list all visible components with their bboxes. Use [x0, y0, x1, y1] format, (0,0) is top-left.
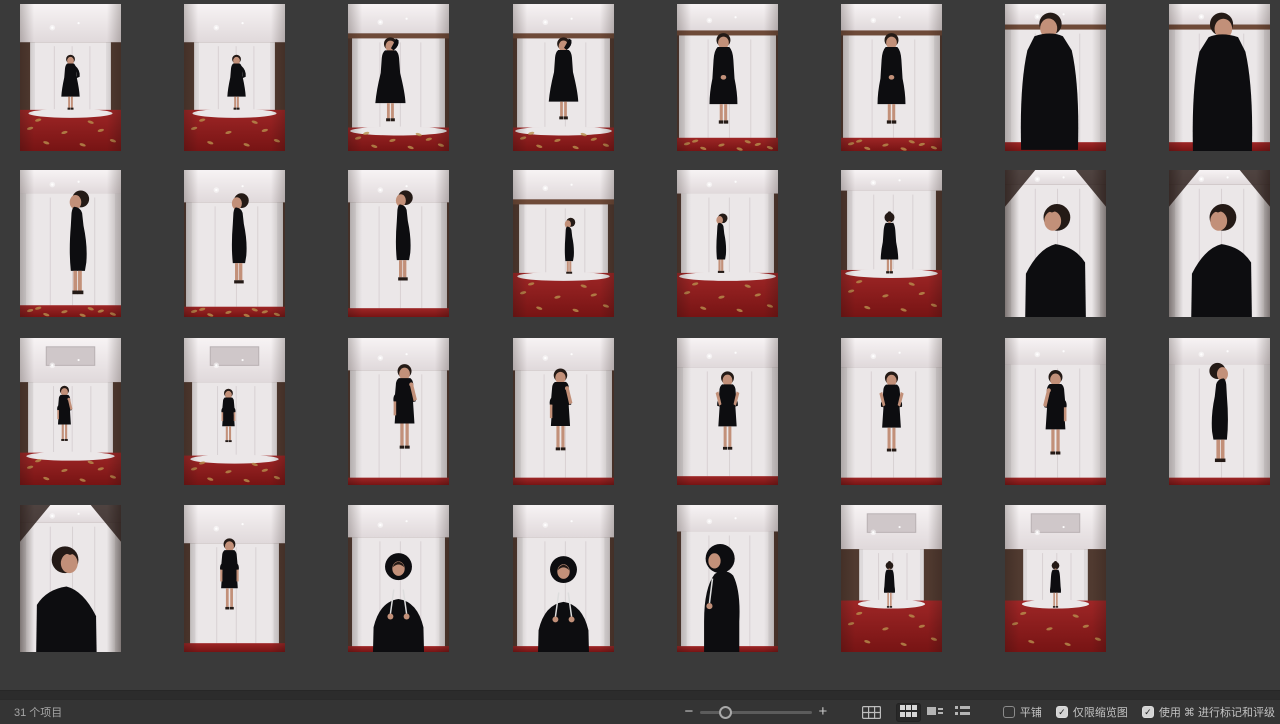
status-bar-controls: − + 平铺 ✓ 仅限缩览图 ✓ 使用 ⌘ 进行标记和评级 [680, 700, 1275, 724]
photo-thumbnail-2[interactable] [184, 4, 285, 151]
tile-checkbox-label: 平铺 [1020, 704, 1042, 720]
grid-view-button[interactable] [896, 703, 921, 722]
photo-thumbnail-19[interactable] [348, 338, 449, 485]
photo-thumbnail-14[interactable] [841, 170, 942, 317]
photo-thumbnail-25[interactable] [20, 505, 121, 652]
photo-thumbnail-22[interactable] [841, 338, 942, 485]
zoom-in-button[interactable]: + [814, 705, 832, 719]
item-count-label: 31 个项目 [14, 704, 62, 720]
thumbnails-only-checkbox[interactable]: ✓ 仅限缩览图 [1056, 704, 1128, 720]
modifier-rating-checkbox-label: 使用 ⌘ 进行标记和评级 [1159, 704, 1275, 720]
zoom-slider-track [700, 711, 812, 714]
photo-thumbnail-15[interactable] [1005, 170, 1106, 317]
photo-thumbnail-29[interactable] [677, 505, 778, 652]
photo-thumbnail-20[interactable] [513, 338, 614, 485]
photo-thumbnail-23[interactable] [1005, 338, 1106, 485]
tile-checkbox-box[interactable] [1003, 706, 1015, 718]
photo-thumbnail-5[interactable] [677, 4, 778, 151]
photo-thumbnail-12[interactable] [513, 170, 614, 317]
status-bar: 31 个项目 − + 平铺 ✓ 仅限缩览图 ✓ 使用 ⌘ 进行标记和评级 [0, 700, 1280, 724]
photo-grid [0, 0, 1280, 692]
photo-thumbnail-11[interactable] [348, 170, 449, 317]
photo-thumbnail-4[interactable] [513, 4, 614, 151]
modifier-rating-checkbox-box[interactable]: ✓ [1142, 706, 1154, 718]
modifier-rating-checkbox[interactable]: ✓ 使用 ⌘ 进行标记和评级 [1142, 704, 1275, 720]
grid-view-icon [900, 705, 917, 720]
photo-thumbnail-30[interactable] [841, 505, 942, 652]
photo-thumbnail-8[interactable] [1169, 4, 1270, 151]
option-checkboxes: 平铺 ✓ 仅限缩览图 ✓ 使用 ⌘ 进行标记和评级 [989, 704, 1275, 720]
photo-thumbnail-18[interactable] [184, 338, 285, 485]
photo-thumbnail-26[interactable] [184, 505, 285, 652]
photo-thumbnail-21[interactable] [677, 338, 778, 485]
photo-thumbnail-10[interactable] [184, 170, 285, 317]
photo-thumbnail-31[interactable] [1005, 505, 1106, 652]
photo-thumbnail-28[interactable] [513, 505, 614, 652]
photo-thumbnail-6[interactable] [841, 4, 942, 151]
photo-thumbnail-27[interactable] [348, 505, 449, 652]
bottom-divider [0, 690, 1280, 700]
list-with-preview-view-button[interactable] [923, 703, 948, 722]
photo-thumbnail-17[interactable] [20, 338, 121, 485]
photo-thumbnail-13[interactable] [677, 170, 778, 317]
photo-thumbnail-24[interactable] [1169, 338, 1270, 485]
list-view-icon [955, 705, 970, 719]
list-with-preview-view-icon [927, 705, 943, 720]
zoom-slider[interactable] [700, 705, 812, 720]
photo-thumbnail-3[interactable] [348, 4, 449, 151]
photo-thumbnail-7[interactable] [1005, 4, 1106, 151]
photo-thumbnail-16[interactable] [1169, 170, 1270, 317]
zoom-out-button[interactable]: − [680, 705, 698, 719]
thumbnails-only-checkbox-label: 仅限缩览图 [1073, 704, 1128, 720]
list-view-button[interactable] [950, 703, 975, 722]
zoom-slider-knob[interactable] [719, 706, 732, 719]
photo-thumbnail-1[interactable] [20, 4, 121, 151]
view-mode-segmented-control [894, 703, 975, 722]
tile-checkbox[interactable]: 平铺 [1003, 704, 1042, 720]
photo-thumbnail-9[interactable] [20, 170, 121, 317]
grid-toggle-button[interactable] [860, 703, 884, 721]
thumbnails-only-checkbox-box[interactable]: ✓ [1056, 706, 1068, 718]
